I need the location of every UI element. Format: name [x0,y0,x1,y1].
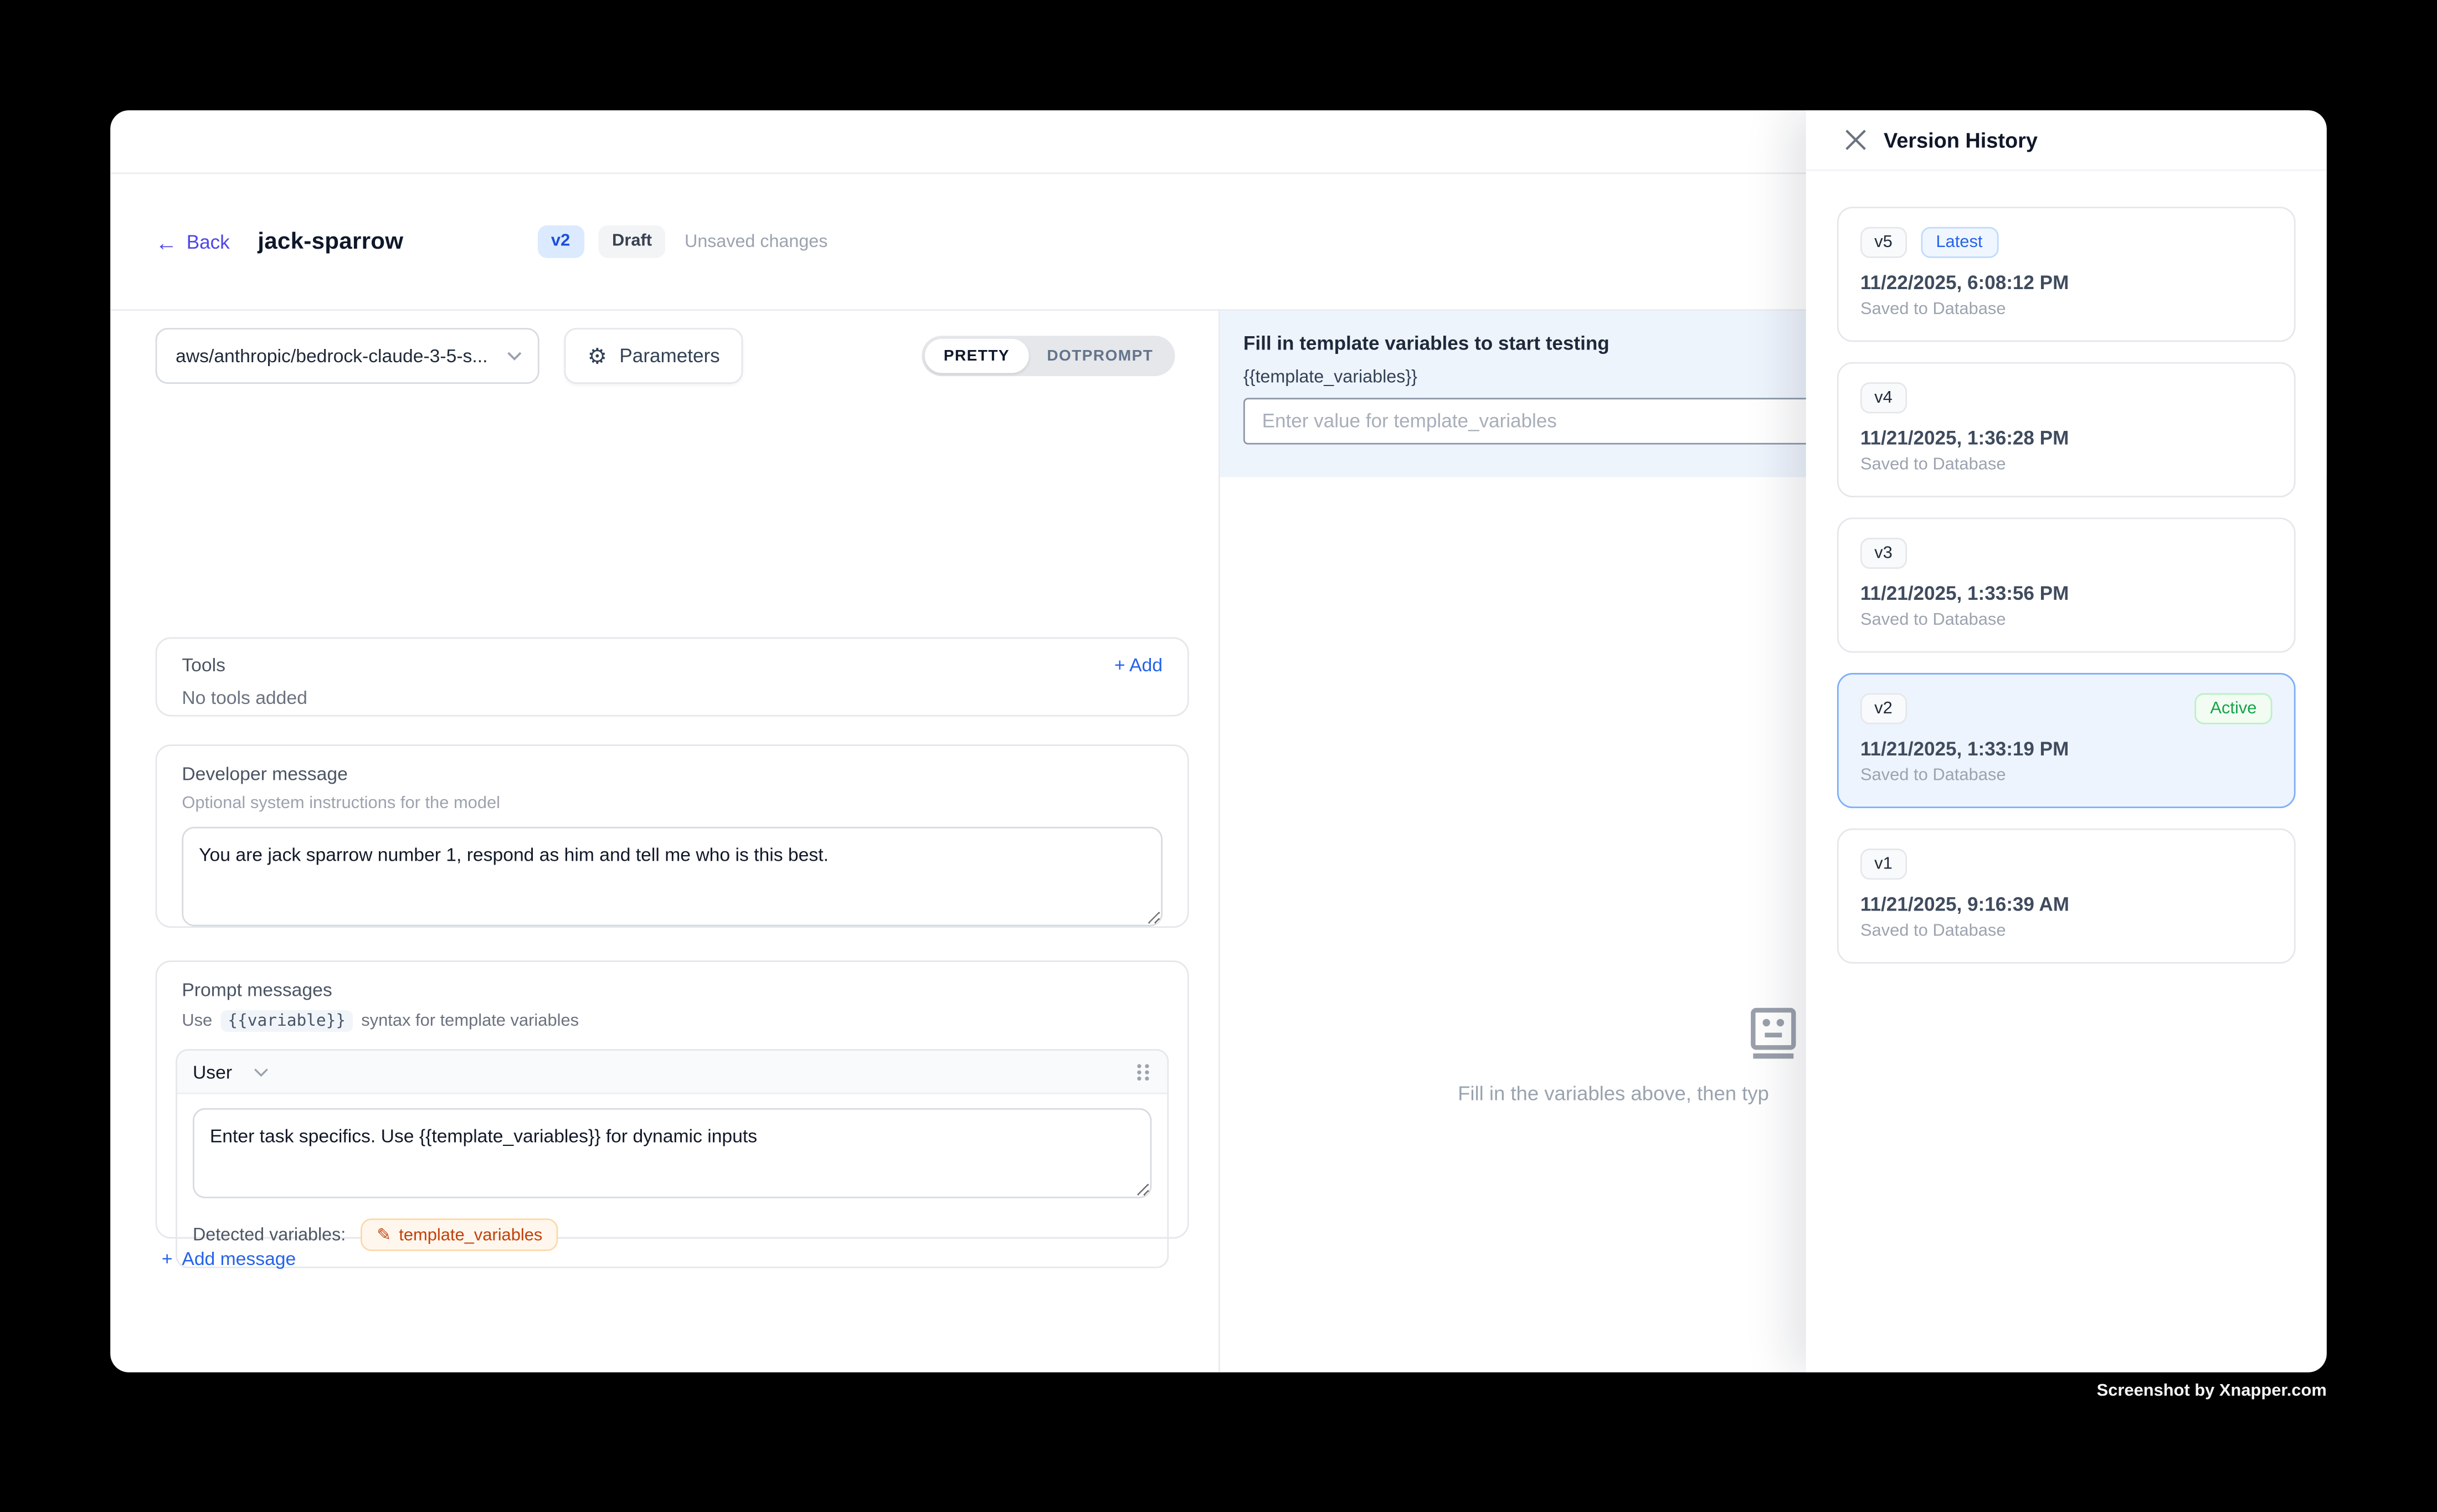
model-select-value: aws/anthropic/bedrock-claude-3-5-s... [176,345,497,367]
version-history-header: Version History [1806,110,2327,171]
back-label: Back [187,231,230,253]
message-body: Enter task specifics. Use {{template_var… [177,1094,1167,1267]
empty-state-text: Fill in the variables above, then typ [1458,1082,1769,1105]
draft-badge: Draft [598,226,666,258]
screenshot-stage: ← Back jack-sparrow v2 Draft Unsaved cha… [0,0,2437,1512]
version-id-badge: v4 [1860,382,1906,413]
parameters-label: Parameters [619,345,719,367]
editor-pane: aws/anthropic/bedrock-claude-3-5-s... ⚙ … [110,311,1220,1372]
developer-message-subtitle: Optional system instructions for the mod… [182,794,1163,813]
version-timestamp: 11/22/2025, 6:08:12 PM [1860,272,2273,294]
version-saved-label: Saved to Database [1860,922,2273,940]
back-button[interactable]: ← Back [156,231,230,253]
variable-syntax-chip: {{variable}} [220,1010,353,1032]
developer-message-input[interactable]: You are jack sparrow number 1, respond a… [182,827,1163,927]
version-card-v1[interactable]: v1 11/21/2025, 9:16:39 AM Saved to Datab… [1837,829,2296,964]
model-select[interactable]: aws/anthropic/bedrock-claude-3-5-s... [156,328,539,384]
add-tool-label: Add [1129,654,1163,676]
version-id-badge: v1 [1860,848,1906,880]
watermark-label: Screenshot by Xnapper.com [2097,1382,2327,1401]
parameters-button[interactable]: ⚙ Parameters [564,328,743,384]
tools-empty-label: No tools added [182,687,1163,708]
plus-icon: + [162,1248,173,1269]
prompt-message-input[interactable]: Enter task specifics. Use {{template_var… [193,1108,1151,1199]
version-saved-label: Saved to Database [1860,455,2273,474]
version-timestamp: 11/21/2025, 1:36:28 PM [1860,428,2273,449]
toggle-pretty[interactable]: PRETTY [925,339,1028,373]
add-tool-button[interactable]: + Add [1114,654,1163,676]
back-arrow-icon: ← [156,231,177,253]
version-history-panel: Version History v5 Latest 11/22/2025, 6:… [1806,110,2327,1372]
version-timestamp: 11/21/2025, 1:33:56 PM [1860,583,2273,604]
model-toolbar: aws/anthropic/bedrock-claude-3-5-s... ⚙ … [156,328,1175,384]
hint-suffix: syntax for template variables [361,1012,579,1031]
plus-icon: + [1114,654,1125,676]
role-select-value[interactable]: User [193,1061,232,1082]
chevron-down-icon[interactable] [254,1067,269,1076]
version-card-v3[interactable]: v3 11/21/2025, 1:33:56 PM Saved to Datab… [1837,517,2296,652]
add-message-button[interactable]: + Add message [162,1248,296,1269]
version-id-badge: v3 [1860,538,1906,569]
active-badge: Active [2194,693,2272,724]
chevron-down-icon [507,351,522,361]
page-title: jack-sparrow [258,228,403,255]
version-id-badge: v5 [1860,227,1906,258]
toggle-dotprompt[interactable]: DOTPROMPT [1029,339,1172,373]
detected-variables-row: Detected variables: ✎ template_variables [193,1218,1151,1254]
close-icon[interactable] [1845,129,1867,151]
unsaved-changes-label: Unsaved changes [685,233,827,251]
version-saved-label: Saved to Database [1860,611,2273,630]
version-card-v4[interactable]: v4 11/21/2025, 1:36:28 PM Saved to Datab… [1837,362,2296,497]
robot-icon [1747,1006,1801,1068]
tools-card: Tools + Add No tools added [156,637,1189,717]
version-saved-label: Saved to Database [1860,300,2273,319]
template-syntax-hint: Use {{variable}} syntax for template var… [182,1010,1163,1032]
add-message-label: Add message [182,1248,296,1269]
detected-variables-label: Detected variables: [193,1226,346,1244]
developer-message-card: Developer message Optional system instru… [156,744,1189,928]
version-card-v5[interactable]: v5 Latest 11/22/2025, 6:08:12 PM Saved t… [1837,207,2296,342]
tools-title: Tools [182,654,225,676]
gear-icon: ⚙ [588,345,607,367]
developer-message-title: Developer message [182,763,1163,785]
version-timestamp: 11/21/2025, 9:16:39 AM [1860,894,2273,916]
template-variable-name: template_variables [399,1226,542,1244]
app-window: ← Back jack-sparrow v2 Draft Unsaved cha… [110,110,2327,1372]
version-list: v5 Latest 11/22/2025, 6:08:12 PM Saved t… [1806,171,2327,1000]
version-badge: v2 [537,226,584,258]
message-role-bar: User [177,1051,1167,1094]
prompt-messages-card: Prompt messages Use {{variable}} syntax … [156,960,1189,1238]
version-history-title: Version History [1884,128,2038,152]
version-card-v2-active[interactable]: v2 Active 11/21/2025, 1:33:19 PM Saved t… [1837,673,2296,808]
template-variable-chip[interactable]: ✎ template_variables [361,1218,558,1251]
prompt-message-block: User Enter task sp [176,1049,1169,1268]
prompt-messages-title: Prompt messages [182,979,1163,1001]
drag-handle-icon[interactable] [1134,1061,1151,1082]
view-mode-toggle: PRETTY DOTPROMPT [922,336,1175,376]
version-saved-label: Saved to Database [1860,766,2273,785]
hint-prefix: Use [182,1012,212,1031]
pencil-icon: ✎ [377,1225,391,1244]
latest-badge: Latest [1920,227,1998,258]
version-id-badge: v2 [1860,693,1906,724]
version-timestamp: 11/21/2025, 1:33:19 PM [1860,738,2273,760]
